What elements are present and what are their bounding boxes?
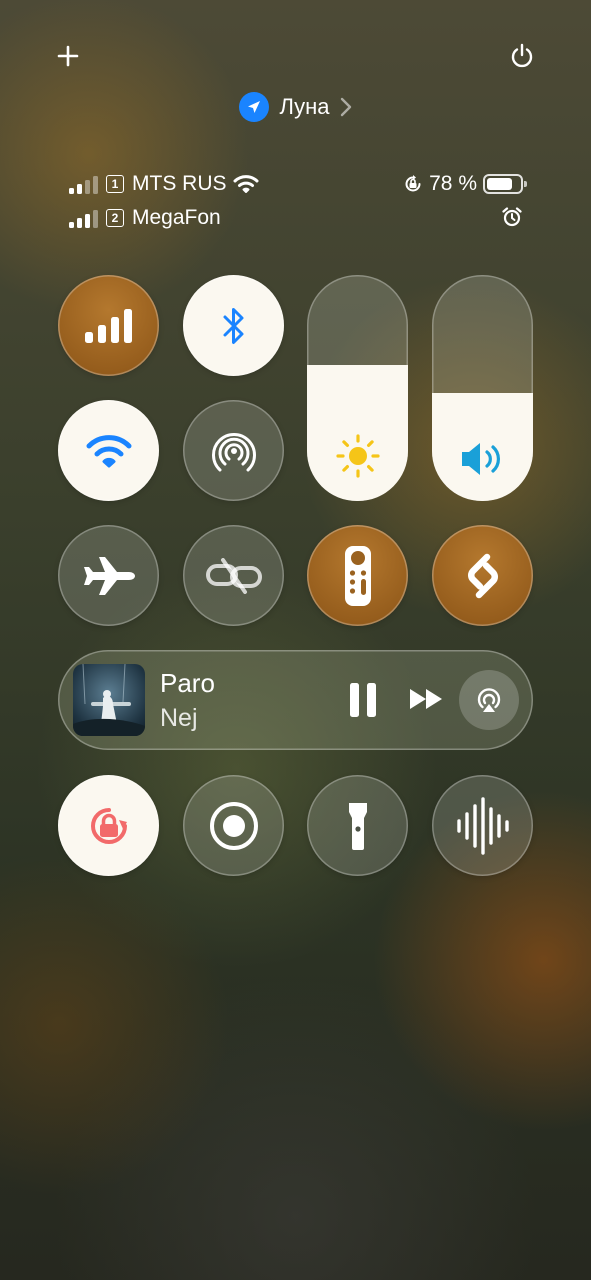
plus-icon [57, 45, 79, 67]
battery-percentage: 78 % [429, 172, 477, 195]
battery-icon [483, 174, 527, 194]
screen-rotation-lock-toggle[interactable] [58, 775, 159, 876]
now-playing-widget[interactable]: Paro Nej [58, 650, 533, 750]
next-track-button[interactable] [408, 687, 444, 716]
power-icon [511, 43, 533, 68]
album-artwork[interactable] [73, 664, 145, 736]
airplay-icon [477, 688, 501, 712]
volume-slider[interactable] [432, 275, 533, 501]
status-row-sim2: 2 MegaFon [68, 206, 221, 230]
bluetooth-icon [223, 307, 243, 344]
pause-icon [350, 683, 376, 717]
chevron-right-icon [340, 97, 351, 117]
wifi-icon [233, 175, 258, 193]
screen-record-button[interactable] [183, 775, 284, 876]
forward-icon [410, 689, 442, 709]
status-row-sim1: 1 MTS RUS [68, 172, 259, 196]
brightness-slider[interactable] [307, 275, 408, 501]
airdrop-icon [211, 432, 256, 471]
remote-icon [344, 545, 371, 606]
airplay-button[interactable] [459, 670, 519, 730]
airdrop-toggle[interactable] [183, 400, 284, 501]
cellular-icon [84, 308, 132, 343]
location-bar[interactable]: Луна [0, 90, 591, 124]
shazam-icon [467, 553, 498, 598]
flashlight-icon [348, 802, 367, 850]
alarm-icon [501, 206, 523, 233]
airplane-icon [83, 556, 135, 595]
location-arrow-icon [239, 92, 270, 122]
signal-icon [69, 176, 98, 194]
screen-record-icon [209, 801, 258, 850]
cellular-data-toggle[interactable] [58, 275, 159, 376]
sim-slot-badge: 1 [106, 175, 124, 193]
location-name: Луна [279, 94, 330, 119]
flashlight-toggle[interactable] [307, 775, 408, 876]
brightness-icon [335, 434, 380, 478]
pause-button[interactable] [348, 681, 378, 724]
volume-icon [461, 443, 500, 475]
airplane-mode-toggle[interactable] [58, 525, 159, 626]
wifi-toggle[interactable] [58, 400, 159, 501]
unlink-toggle[interactable] [183, 525, 284, 626]
voice-memos-button[interactable] [432, 775, 533, 876]
bluetooth-toggle[interactable] [183, 275, 284, 376]
power-button[interactable] [502, 36, 542, 76]
wifi-icon [86, 434, 131, 467]
track-artist: Nej [160, 704, 198, 732]
shazam-button[interactable] [432, 525, 533, 626]
battery-status: 78 % [403, 172, 527, 196]
carrier-name: MTS RUS [132, 172, 227, 195]
carrier-name: MegaFon [132, 206, 221, 229]
add-button[interactable] [48, 36, 88, 76]
track-title: Paro [160, 668, 215, 698]
rotation-lock-icon [405, 175, 421, 192]
voice-memo-icon [456, 796, 509, 855]
screen-rotation-lock-icon [90, 807, 127, 844]
signal-icon [69, 210, 98, 228]
sim-slot-badge: 2 [106, 209, 124, 227]
apple-tv-remote-button[interactable] [307, 525, 408, 626]
unlink-icon [205, 557, 262, 594]
